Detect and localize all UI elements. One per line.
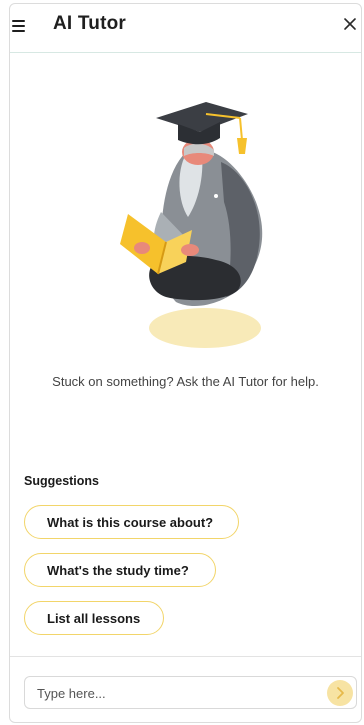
suggestion-chip-course-about[interactable]: What is this course about? [24, 505, 239, 539]
hamburger-menu-icon[interactable] [12, 17, 28, 33]
panel-title: AI Tutor [53, 13, 127, 34]
ai-tutor-panel: AI Tutor Stuck on something? Ask the AI … [9, 3, 362, 723]
chevron-right-icon [337, 687, 344, 699]
message-composer [24, 676, 357, 709]
send-button[interactable] [327, 680, 353, 706]
suggestions-heading: Suggestions [24, 474, 100, 488]
footer-divider [10, 656, 361, 657]
intro-text: Stuck on something? Ask the AI Tutor for… [52, 374, 319, 389]
panel-header: AI Tutor [10, 4, 361, 53]
suggestion-chip-study-time[interactable]: What's the study time? [24, 553, 216, 587]
graduate-reading-book-illustration [106, 92, 276, 352]
message-input[interactable] [37, 683, 307, 703]
suggestion-chip-list-lessons[interactable]: List all lessons [24, 601, 164, 635]
close-icon[interactable] [343, 17, 357, 31]
